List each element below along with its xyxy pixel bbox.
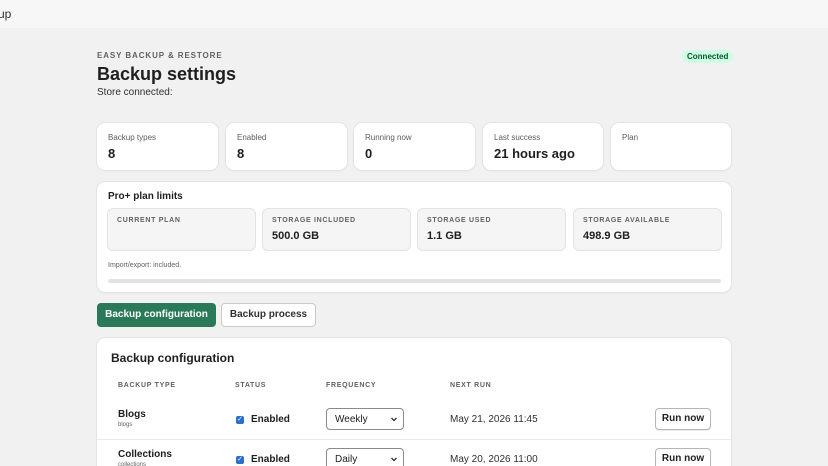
page-title: Backup settings [97, 64, 237, 84]
storage-usage-bar [108, 279, 721, 283]
frequency-value: Weekly [335, 414, 368, 425]
stat-value: 21 hours ago [494, 146, 575, 161]
backup-type-key: collections [118, 462, 147, 466]
limit-storage-included: STORAGE INCLUDED 500.0 GB [262, 208, 411, 251]
limit-label: STORAGE USED [427, 217, 492, 224]
limit-storage-used: STORAGE USED 1.1 GB [417, 208, 566, 251]
column-header-next-run: NEXT RUN [450, 382, 492, 389]
column-header-status: STATUS [235, 382, 267, 389]
stat-value: 8 [108, 146, 116, 161]
status-label: Enabled [251, 454, 290, 465]
table-row: Collections collections ✓ Enabled Daily … [97, 439, 731, 466]
backup-configuration-card: Backup configuration BACKUP TYPE STATUS … [97, 338, 731, 466]
next-run-time: May 20, 2026 11:00 [450, 454, 538, 465]
limit-value: 500.0 GB [272, 230, 320, 242]
import-export-note: Import/export: included. [108, 262, 182, 269]
backup-type-key: blogs [118, 422, 133, 428]
stat-card-plan: Plan [611, 123, 731, 170]
backup-type-name: Collections [118, 449, 172, 460]
plan-limits-title: Pro+ plan limits [108, 191, 183, 202]
limit-storage-available: STORAGE AVAILABLE 498.9 GB [573, 208, 722, 251]
config-section-title: Backup configuration [111, 351, 235, 365]
stat-label: Last success [494, 133, 541, 142]
stat-label: Plan [622, 133, 639, 142]
stat-label: Backup types [108, 133, 157, 142]
status-label: Enabled [251, 414, 290, 425]
stat-card-last-success: Last success 21 hours ago [483, 123, 603, 170]
frequency-select[interactable]: Daily [326, 448, 404, 466]
connection-status-badge: Connected [682, 50, 734, 63]
table-row: Blogs blogs ✓ Enabled Weekly May 21, 202… [97, 400, 731, 440]
tab-backup-process[interactable]: Backup process [221, 303, 316, 327]
app-title: up [0, 7, 12, 21]
limit-value: 1.1 GB [427, 230, 462, 242]
stat-label: Running now [365, 133, 412, 142]
run-now-button[interactable]: Run now [655, 408, 711, 430]
stat-card-backup-types: Backup types 8 [97, 123, 218, 170]
plan-limits-card: Pro+ plan limits CURRENT PLAN STORAGE IN… [97, 182, 731, 292]
stat-value: 0 [365, 146, 373, 161]
stat-card-enabled: Enabled 8 [226, 123, 347, 170]
frequency-value: Daily [335, 454, 358, 465]
tab-backup-configuration[interactable]: Backup configuration [97, 303, 216, 327]
enabled-checkbox[interactable]: ✓ [236, 416, 244, 424]
next-run-time: May 21, 2026 11:45 [450, 414, 538, 425]
top-bar: up [0, 0, 828, 28]
stat-value: 8 [237, 146, 245, 161]
backup-type-name: Blogs [118, 409, 146, 420]
enabled-checkbox[interactable]: ✓ [236, 456, 244, 464]
limit-value: 498.9 GB [583, 230, 631, 242]
app-eyebrow: EASY BACKUP & RESTORE [97, 51, 223, 60]
chevron-down-icon [391, 417, 397, 422]
column-header-backup-type: BACKUP TYPE [118, 382, 176, 389]
limit-label: CURRENT PLAN [117, 217, 181, 224]
run-now-button[interactable]: Run now [655, 448, 711, 466]
chevron-down-icon [391, 457, 397, 462]
stat-card-running-now: Running now 0 [354, 123, 475, 170]
limit-label: STORAGE AVAILABLE [583, 217, 671, 224]
column-header-frequency: FREQUENCY [326, 382, 377, 389]
store-connected-text: Store connected: [97, 87, 173, 98]
limit-label: STORAGE INCLUDED [272, 217, 356, 224]
stat-label: Enabled [237, 133, 267, 142]
frequency-select[interactable]: Weekly [326, 408, 404, 430]
limit-current-plan: CURRENT PLAN [107, 208, 256, 251]
